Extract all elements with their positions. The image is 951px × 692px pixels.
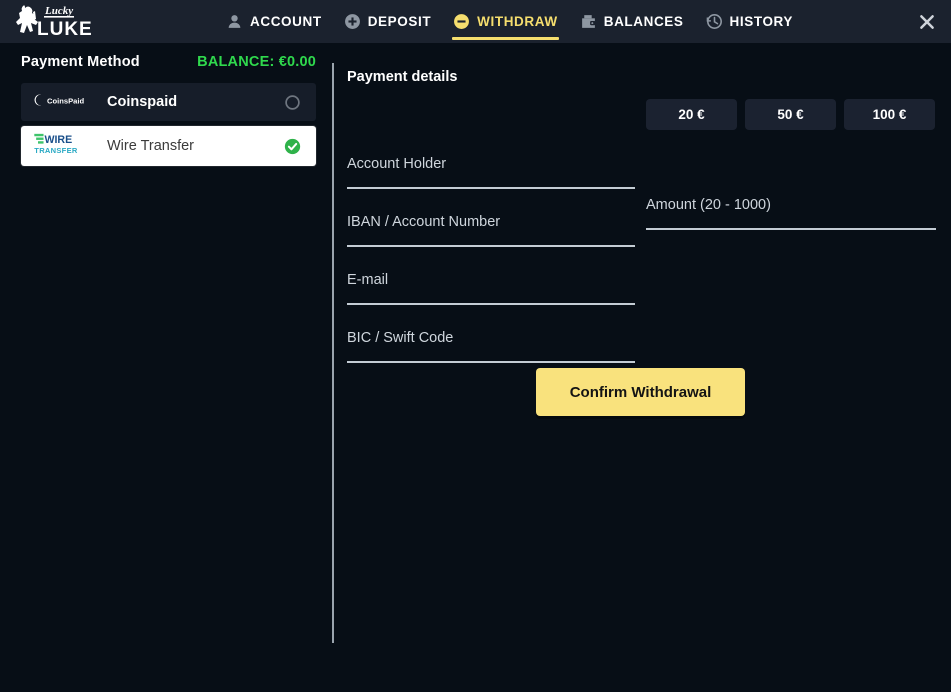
logo-luke-text: LUKE: [37, 19, 91, 40]
quick-amount-100[interactable]: 100 €: [844, 99, 935, 130]
payment-method-wire-transfer[interactable]: WIRE TRANSFER Wire Transfer: [21, 126, 316, 166]
field-email-label: E-mail: [347, 272, 389, 288]
confirm-withdrawal-button[interactable]: Confirm Withdrawal: [536, 368, 745, 416]
tab-account[interactable]: ACCOUNT: [215, 0, 333, 43]
clock-history-icon: [706, 13, 723, 30]
field-amount: Amount (20 - 1000): [646, 196, 936, 230]
sidebar-header: Payment Method BALANCE: €0.00: [21, 54, 316, 70]
tab-balances[interactable]: BALANCES: [569, 0, 695, 43]
balance-label: BALANCE: €0.00: [197, 54, 316, 70]
plus-circle-icon: [344, 13, 361, 30]
logo-lucky-text: Lucky: [44, 5, 73, 17]
close-icon[interactable]: [911, 6, 943, 38]
amount-input[interactable]: [646, 214, 936, 230]
svg-text:TRANSFER: TRANSFER: [34, 146, 78, 155]
tab-withdraw-label: WITHDRAW: [477, 14, 558, 29]
top-header: Lucky LUKE ACCOUNT DEPOSIT WITHDRAW BALA…: [0, 0, 951, 43]
svg-text:WIRE: WIRE: [44, 134, 72, 146]
user-icon: [226, 13, 243, 30]
minus-circle-icon: [453, 13, 470, 30]
logo-artwork: Lucky LUKE: [16, 5, 92, 40]
field-account-holder: Account Holder: [347, 155, 635, 189]
quick-amount-20[interactable]: 20 €: [646, 99, 737, 130]
svg-text:CoinsPaid: CoinsPaid: [47, 96, 84, 105]
tab-history-label: HISTORY: [729, 14, 793, 29]
account-holder-input[interactable]: [347, 173, 635, 189]
tab-account-label: ACCOUNT: [250, 14, 322, 29]
withdraw-form-panel: Payment details Account Holder IBAN / Ac…: [333, 43, 951, 692]
iban-input[interactable]: [347, 231, 635, 247]
radio-empty-icon[interactable]: [284, 94, 301, 111]
tab-history[interactable]: HISTORY: [695, 0, 804, 43]
lucky-luke-logo[interactable]: Lucky LUKE: [11, 2, 92, 40]
tab-deposit-label: DEPOSIT: [367, 14, 432, 29]
email-input[interactable]: [347, 289, 635, 305]
tab-withdraw[interactable]: WITHDRAW: [442, 0, 569, 43]
field-iban: IBAN / Account Number: [347, 213, 635, 247]
payment-details-title: Payment details: [347, 69, 458, 85]
field-bic-swift-label: BIC / Swift Code: [347, 330, 454, 346]
wallet-icon: [580, 13, 597, 30]
payment-method-sidebar: Payment Method BALANCE: €0.00 CoinsPaid …: [0, 43, 333, 692]
tab-balances-label: BALANCES: [603, 14, 684, 29]
field-email: E-mail: [347, 271, 635, 305]
wire-transfer-logo: WIRE TRANSFER: [33, 132, 95, 161]
field-amount-label: Amount (20 - 1000): [646, 197, 771, 213]
payment-method-label: Coinspaid: [107, 94, 178, 110]
tab-deposit[interactable]: DEPOSIT: [333, 0, 442, 43]
bic-swift-input[interactable]: [347, 347, 635, 363]
quick-amount-50[interactable]: 50 €: [745, 99, 836, 130]
quick-amount-buttons: 20 € 50 € 100 €: [646, 99, 935, 130]
main-nav: ACCOUNT DEPOSIT WITHDRAW BALANCES HISTOR: [215, 0, 804, 43]
payment-method-coinspaid[interactable]: CoinsPaid Coinspaid: [21, 83, 316, 121]
field-account-holder-label: Account Holder: [347, 156, 447, 172]
coinspaid-logo: CoinsPaid: [33, 93, 95, 112]
check-circle-icon[interactable]: [284, 138, 301, 155]
payment-method-title: Payment Method: [21, 54, 140, 70]
payment-method-label: Wire Transfer: [107, 138, 195, 154]
field-bic-swift: BIC / Swift Code: [347, 329, 635, 363]
field-iban-label: IBAN / Account Number: [347, 214, 501, 230]
